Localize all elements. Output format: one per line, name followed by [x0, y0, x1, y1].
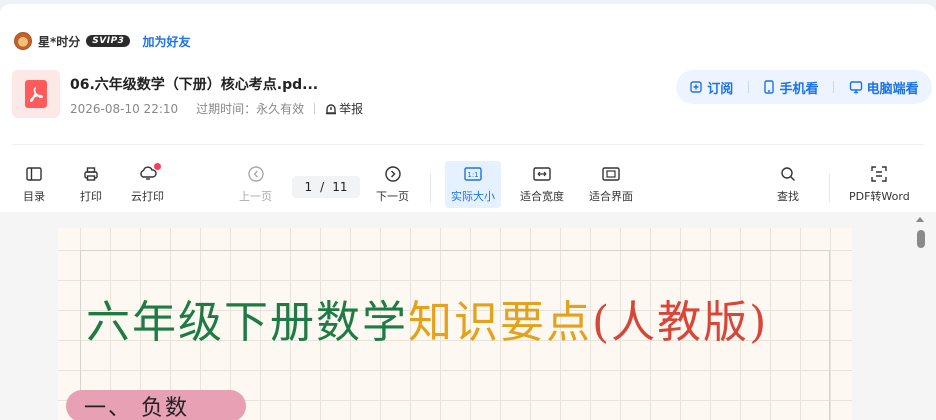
prev-page-button[interactable]: 上一页: [239, 164, 272, 204]
file-meta: 2026-08-10 22:10 过期时间：永久有效 举报: [70, 100, 363, 117]
pdf-to-word-button[interactable]: PDF转Word: [849, 164, 910, 204]
search-icon: [781, 167, 795, 181]
fit-page-icon: [602, 167, 620, 181]
expiry-text: 过期时间：永久有效: [196, 102, 305, 116]
pdf-to-word-label: PDF转Word: [849, 190, 910, 203]
prev-page-label: 上一页: [239, 190, 272, 203]
chevron-right-circle-icon: [384, 166, 401, 182]
page-indicator[interactable]: 1 / 11: [292, 176, 360, 198]
add-friend-link[interactable]: 加为好友: [142, 33, 190, 50]
document-page: 六年级下册数学知识要点(人教版) 一、 负数: [58, 228, 852, 420]
fit-page-button[interactable]: 适合界面: [589, 164, 633, 204]
actual-size-icon: 1:1: [464, 167, 482, 181]
fit-width-icon: [533, 167, 551, 181]
convert-icon: [871, 166, 888, 182]
fit-width-label: 适合宽度: [520, 190, 564, 203]
title-part-3: (人教版): [592, 297, 769, 348]
file-title: 06.六年级数学（下册）核心考点.pd...: [70, 77, 319, 93]
chevron-left-circle-icon: [247, 166, 264, 182]
toolbar-divider: [430, 174, 431, 202]
document-title: 六年级下册数学知识要点(人教版): [86, 286, 768, 350]
svg-text:1:1: 1:1: [467, 171, 478, 179]
desktop-view-button[interactable]: 电脑端看: [849, 78, 919, 97]
subscribe-label: 订阅: [707, 81, 734, 97]
phone-icon: [764, 80, 775, 94]
monitor-icon: [849, 81, 862, 94]
scroll-up-arrow[interactable]: [916, 217, 924, 222]
subscribe-button[interactable]: 订阅: [689, 78, 733, 97]
toc-button[interactable]: 目录: [23, 164, 45, 204]
view-actions: 订阅 手机看 电脑端看: [676, 70, 932, 104]
report-icon: [326, 103, 337, 114]
report-label: 举报: [339, 102, 364, 116]
report-link[interactable]: 举报: [325, 100, 363, 117]
pdf-file-icon: [12, 70, 60, 118]
fit-width-button[interactable]: 适合宽度: [520, 164, 564, 204]
fit-page-label: 适合界面: [589, 190, 633, 203]
scrollbar-thumb[interactable]: [917, 230, 925, 248]
title-part-2: 知识要点: [408, 297, 592, 348]
uploader-row: 星*时分 SVIP3 加为好友: [14, 30, 190, 52]
actual-size-button[interactable]: 1:1 实际大小: [445, 161, 501, 208]
actual-size-label: 实际大小: [451, 190, 495, 203]
toolbar-divider: [829, 174, 830, 202]
file-preview-card: 星*时分 SVIP3 加为好友 06.六年级数学（下册）核心考点.pd... 2…: [0, 4, 936, 420]
print-label: 打印: [80, 190, 102, 203]
vip-badge: SVIP3: [86, 35, 131, 47]
cloud-print-button[interactable]: 云打印: [131, 163, 164, 204]
notification-dot: [153, 163, 161, 170]
mobile-view-label: 手机看: [779, 81, 819, 97]
next-page-button[interactable]: 下一页: [376, 164, 409, 204]
cloud-print-label: 云打印: [131, 190, 164, 203]
mobile-view-button[interactable]: 手机看: [763, 78, 818, 97]
meta-divider: [314, 103, 316, 114]
next-page-label: 下一页: [376, 190, 409, 203]
desktop-view-label: 电脑端看: [866, 81, 919, 97]
printer-icon: [84, 167, 98, 181]
action-divider: [833, 81, 835, 93]
find-label: 查找: [777, 190, 799, 203]
subscribe-icon: [690, 81, 702, 93]
title-part-1: 六年级下册数学: [86, 297, 408, 348]
toc-icon: [26, 167, 42, 181]
uploader-name[interactable]: 星*时分: [38, 33, 80, 50]
find-button[interactable]: 查找: [777, 164, 799, 204]
print-button[interactable]: 打印: [80, 164, 102, 204]
avatar[interactable]: [14, 32, 32, 50]
page-current[interactable]: 1: [305, 180, 313, 194]
section-heading: 一、 负数: [66, 390, 246, 420]
action-divider: [747, 81, 749, 93]
page-total: 11: [332, 180, 348, 194]
header-divider: [12, 144, 924, 145]
upload-date: 2026-08-10 22:10: [70, 101, 179, 116]
toc-label: 目录: [23, 190, 45, 203]
page-separator: /: [320, 180, 325, 194]
document-viewer[interactable]: 六年级下册数学知识要点(人教版) 一、 负数: [0, 212, 936, 420]
